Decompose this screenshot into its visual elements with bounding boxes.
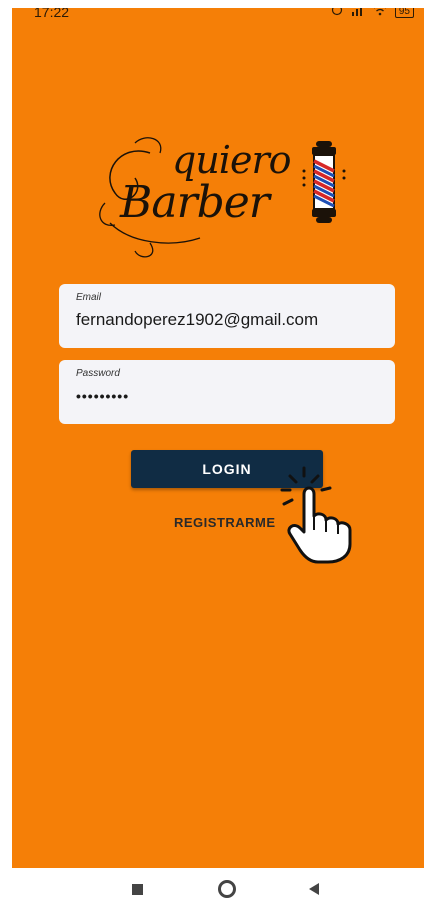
tap-hand-icon	[280, 466, 352, 564]
alarm-icon	[331, 8, 343, 19]
status-icons: 95	[331, 8, 414, 19]
system-nav-bar	[0, 868, 437, 899]
signal-icon	[351, 8, 365, 19]
wifi-icon	[373, 8, 387, 19]
email-value[interactable]: fernandoperez1902@gmail.com	[76, 310, 318, 330]
password-label: Password	[76, 368, 120, 379]
status-time: 17:22	[34, 8, 70, 20]
email-label: Email	[76, 292, 102, 303]
email-field[interactable]: Email fernandoperez1902@gmail.com	[59, 284, 395, 348]
recents-icon[interactable]	[132, 884, 143, 895]
back-icon[interactable]	[309, 883, 319, 895]
logo-text-quiero: quiero	[172, 138, 291, 182]
quiero-barber-logo: quiero Barber	[90, 133, 350, 263]
status-bar: 17:22 95	[12, 8, 424, 22]
logo-text-barber: Barber	[120, 177, 270, 228]
battery-icon: 95	[394, 8, 414, 18]
password-field[interactable]: Password •••••••••	[59, 360, 395, 424]
barber-pole-icon	[302, 141, 346, 223]
home-icon[interactable]	[218, 880, 236, 898]
password-value[interactable]: •••••••••	[76, 388, 129, 404]
register-link[interactable]: REGISTRARME	[174, 515, 276, 530]
app-screen: 17:22 95 quiero Barber Email fernandoper…	[12, 8, 424, 868]
